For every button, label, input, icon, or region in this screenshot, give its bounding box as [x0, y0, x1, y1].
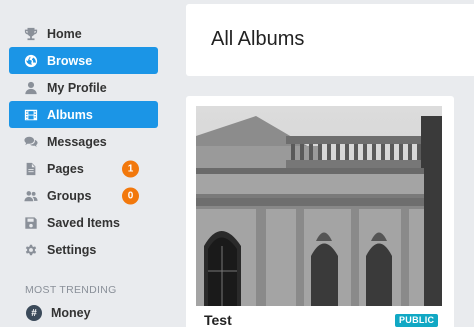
album-card[interactable]: Test PUBLIC	[186, 96, 454, 327]
hash-icon: #	[26, 305, 42, 321]
sidebar-item-label: Albums	[47, 107, 93, 122]
sidebar-item-albums[interactable]: Albums	[9, 101, 158, 128]
sidebar-item-label: Browse	[47, 53, 93, 68]
floppy-icon	[23, 215, 39, 231]
sidebar-item-settings[interactable]: Settings	[9, 236, 158, 263]
sidebar-item-saved-items[interactable]: Saved Items	[9, 209, 158, 236]
file-icon	[23, 161, 39, 177]
sidebar-item-label: Home	[47, 26, 82, 41]
sidebar: Home Browse My Profile Albums Messages P…	[0, 0, 168, 327]
page-title: All Albums	[211, 28, 305, 50]
notification-badge: 1	[122, 160, 139, 177]
trending-heading: MOST TRENDING	[25, 284, 117, 296]
sidebar-item-label: Saved Items	[47, 215, 120, 230]
users-icon	[23, 188, 39, 204]
album-cover-image[interactable]	[196, 106, 442, 306]
sidebar-item-label: My Profile	[47, 80, 107, 95]
sidebar-item-browse[interactable]: Browse	[9, 47, 158, 74]
film-icon	[23, 107, 39, 123]
sidebar-item-messages[interactable]: Messages	[9, 128, 158, 155]
sidebar-item-label: Settings	[47, 242, 97, 257]
chat-icon	[23, 134, 39, 150]
trending-item-label: Money	[51, 306, 91, 320]
page-header: All Albums	[186, 4, 474, 76]
privacy-badge: PUBLIC	[395, 314, 439, 327]
user-icon	[23, 80, 39, 96]
notification-badge: 0	[122, 187, 139, 204]
sidebar-item-label: Pages	[47, 161, 84, 176]
sidebar-item-my-profile[interactable]: My Profile	[9, 74, 158, 101]
gear-icon	[23, 242, 39, 258]
globe-icon	[23, 53, 39, 69]
sidebar-item-groups[interactable]: Groups 0	[9, 182, 158, 209]
trophy-icon	[23, 26, 39, 42]
trending-item-money[interactable]: # Money	[26, 305, 168, 321]
album-title[interactable]: Test	[204, 312, 232, 327]
sidebar-item-label: Groups	[47, 188, 92, 203]
sidebar-item-label: Messages	[47, 134, 107, 149]
sidebar-nav: Home Browse My Profile Albums Messages P…	[0, 0, 168, 263]
sidebar-item-pages[interactable]: Pages 1	[9, 155, 158, 182]
sidebar-item-home[interactable]: Home	[9, 20, 158, 47]
